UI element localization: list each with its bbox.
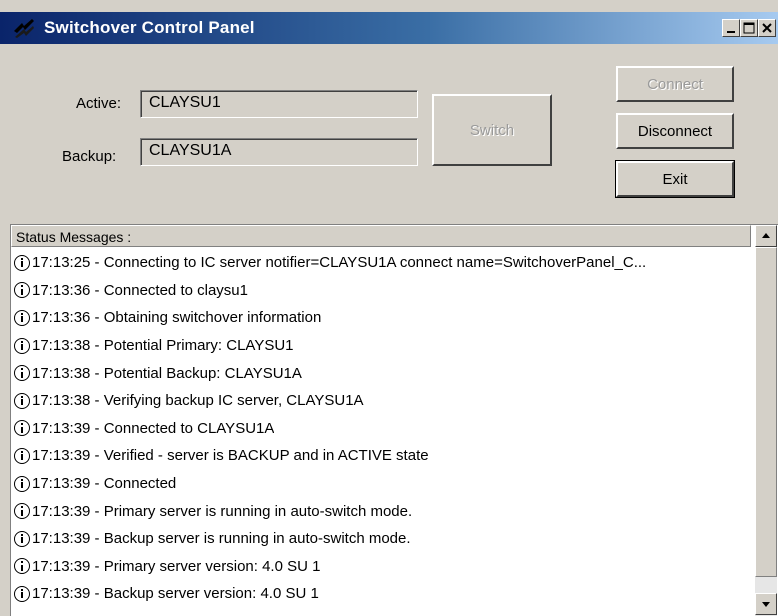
info-icon [14, 365, 30, 382]
status-message-text: 17:13:39 - Backup server version: 4.0 SU… [32, 585, 319, 603]
status-message-row[interactable]: 17:13:39 - Backup server is running in a… [11, 525, 755, 553]
status-messages-header[interactable]: Status Messages : [11, 225, 751, 247]
exit-button[interactable]: Exit [615, 160, 735, 198]
scroll-up-arrow-icon [762, 233, 770, 238]
close-icon [762, 23, 772, 33]
status-messages-list[interactable]: Status Messages : 17:13:25 - Connecting … [10, 224, 778, 616]
switchover-window: Switchover Control Panel Active: CLAYSU1… [0, 0, 778, 616]
vertical-scrollbar[interactable] [755, 225, 777, 616]
backup-server-field: CLAYSU1A [140, 138, 418, 166]
info-icon [14, 475, 30, 492]
status-message-text: 17:13:25 - Connecting to IC server notif… [32, 254, 647, 272]
close-button[interactable] [758, 19, 776, 37]
status-message-row[interactable]: 17:13:39 - Connected [11, 470, 755, 498]
status-message-text: 17:13:39 - Backup server is running in a… [32, 530, 411, 548]
minimize-button[interactable] [722, 19, 740, 37]
status-message-text: 17:13:39 - Primary server version: 4.0 S… [32, 557, 321, 575]
connect-button[interactable]: Connect [616, 66, 734, 102]
active-server-field: CLAYSU1 [140, 90, 418, 118]
scroll-down-button[interactable] [755, 593, 777, 615]
active-label: Active: [76, 95, 122, 112]
status-message-row[interactable]: 17:13:38 - Potential Backup: CLAYSU1A [11, 359, 755, 387]
disconnect-button[interactable]: Disconnect [616, 113, 734, 149]
window-title: Switchover Control Panel [44, 18, 255, 37]
scroll-thumb[interactable] [755, 247, 777, 577]
maximize-icon [743, 22, 755, 34]
status-message-text: 17:13:38 - Verifying backup IC server, C… [32, 392, 364, 410]
status-message-row[interactable]: 17:13:25 - Connecting to IC server notif… [11, 249, 755, 277]
info-icon [14, 337, 30, 354]
maximize-button[interactable] [740, 19, 758, 37]
info-icon [14, 503, 30, 520]
status-message-row[interactable]: 17:13:39 - Connected to CLAYSU1A [11, 415, 755, 443]
scroll-up-button[interactable] [755, 225, 777, 247]
status-message-text: 17:13:39 - Connected to CLAYSU1A [32, 419, 275, 437]
status-message-row[interactable]: 17:13:36 - Connected to claysu1 [11, 277, 755, 305]
status-message-text: 17:13:39 - Connected [32, 475, 177, 493]
info-icon [14, 558, 30, 575]
info-icon [14, 392, 30, 409]
status-message-text: 17:13:38 - Potential Primary: CLAYSU1 [32, 337, 294, 355]
status-message-text: 17:13:36 - Connected to claysu1 [32, 281, 248, 299]
info-icon [14, 309, 30, 326]
minimize-icon [727, 31, 735, 33]
status-message-text: 17:13:39 - Verified - server is BACKUP a… [32, 447, 429, 465]
switch-button[interactable]: Switch [432, 94, 552, 166]
info-icon [14, 530, 30, 547]
status-message-row[interactable]: 17:13:38 - Verifying backup IC server, C… [11, 387, 755, 415]
status-message-row[interactable]: 17:13:38 - Potential Primary: CLAYSU1 [11, 332, 755, 360]
status-message-row[interactable]: 17:13:39 - Primary server version: 4.0 S… [11, 553, 755, 581]
info-icon [14, 447, 30, 464]
info-icon [14, 254, 30, 271]
scroll-down-arrow-icon [762, 602, 770, 607]
info-icon [14, 420, 30, 437]
status-message-row[interactable]: 17:13:39 - Verified - server is BACKUP a… [11, 442, 755, 470]
title-bar[interactable]: Switchover Control Panel [0, 12, 778, 44]
status-message-text: 17:13:38 - Potential Backup: CLAYSU1A [32, 364, 302, 382]
status-message-text: 17:13:39 - Primary server is running in … [32, 502, 413, 520]
status-messages-rows: 17:13:25 - Connecting to IC server notif… [11, 249, 755, 608]
status-message-row[interactable]: 17:13:39 - Primary server is running in … [11, 497, 755, 525]
status-message-row[interactable]: 17:13:36 - Obtaining switchover informat… [11, 304, 755, 332]
app-icon [14, 19, 34, 38]
status-message-row[interactable]: 17:13:39 - Backup server version: 4.0 SU… [11, 580, 755, 608]
info-icon [14, 282, 30, 299]
backup-label: Backup: [62, 148, 117, 165]
status-message-text: 17:13:36 - Obtaining switchover informat… [32, 309, 322, 327]
info-icon [14, 585, 30, 602]
